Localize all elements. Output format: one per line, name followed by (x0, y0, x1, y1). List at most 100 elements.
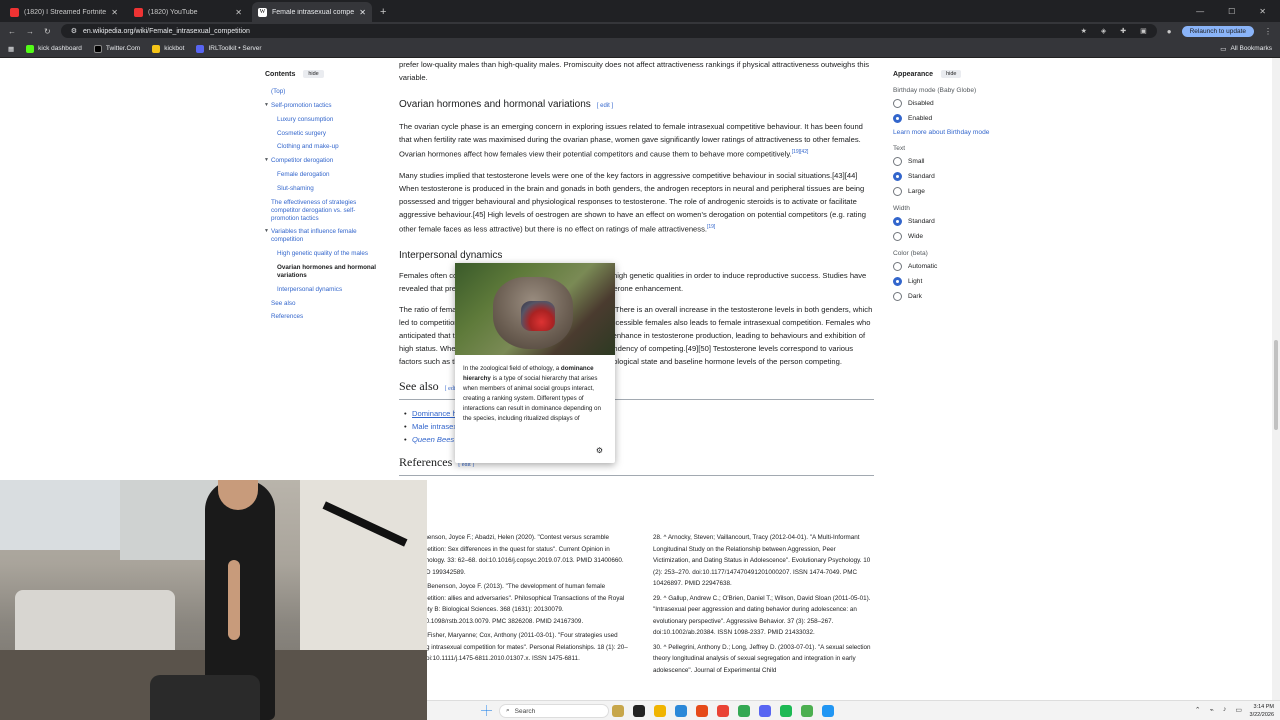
toc-item[interactable]: Ovarian hormones and hormonal variations (277, 264, 380, 280)
taskbar-app-icon[interactable] (780, 705, 792, 717)
bookmark-star-icon[interactable]: ★ (1081, 27, 1087, 35)
edit-link[interactable]: [ edit ] (597, 103, 613, 109)
toc-item[interactable]: The effectiveness of strategies competit… (271, 199, 380, 223)
toc-item[interactable]: Female derogation (277, 171, 380, 179)
extension-icon[interactable]: ◈ (1101, 27, 1106, 35)
citation[interactable]: [19][42] (792, 149, 809, 155)
toc-item[interactable]: References (271, 313, 380, 321)
radio-button[interactable] (893, 114, 902, 123)
close-icon[interactable]: ✕ (111, 8, 118, 17)
taskbar-app-icon[interactable] (675, 705, 687, 717)
radio-button[interactable] (893, 187, 902, 196)
radio-standard-width[interactable]: Standard (893, 217, 1013, 226)
taskbar-app-icon[interactable] (738, 705, 750, 717)
profile-avatar[interactable]: ● (1167, 27, 1172, 36)
toc-item[interactable]: High genetic quality of the males (277, 250, 380, 258)
new-tab-button[interactable]: + (380, 6, 386, 18)
taskbar-app-icon[interactable] (759, 705, 771, 717)
radio-button[interactable] (893, 172, 902, 181)
chevron-down-icon[interactable]: ▼ (264, 102, 269, 108)
radio-button[interactable] (893, 99, 902, 108)
option-label: Wide (908, 233, 924, 240)
toc-item-label: Slut-shaming (277, 185, 314, 193)
toc-item[interactable]: Slut-shaming (277, 185, 380, 193)
toc-item-label: Cosmetic surgery (277, 129, 326, 137)
minimize-icon[interactable]: — (1196, 7, 1204, 16)
site-info-icon[interactable]: ⚙ (71, 27, 77, 35)
taskbar-app-icon[interactable] (612, 705, 624, 717)
toc-item[interactable]: ▼ Variables that influence female competi… (264, 228, 380, 244)
volume-icon[interactable]: ♪ (1223, 706, 1227, 714)
toc-item[interactable]: See also (271, 300, 380, 308)
taskbar-app-icon[interactable] (696, 705, 708, 717)
appearance-hide-button[interactable]: hide (941, 70, 962, 78)
toc-item[interactable]: Luxury consumption (277, 116, 380, 124)
toc-item[interactable]: ▼ Self-promotion tactics (264, 102, 380, 110)
toc-item[interactable]: Clothing and make-up (277, 143, 380, 151)
bookmark-kickbot[interactable]: kickbot (152, 44, 184, 53)
radio-large[interactable]: Large (893, 187, 1013, 196)
close-window-icon[interactable]: ✕ (1259, 7, 1266, 16)
bookmark-twitter[interactable]: Twitter.Com (93, 44, 140, 53)
radio-standard-text[interactable]: Standard (893, 172, 1013, 181)
forward-icon[interactable]: → (26, 27, 34, 36)
scrollbar-thumb[interactable] (1274, 340, 1278, 430)
all-bookmarks[interactable]: ▭ All Bookmarks (1220, 45, 1272, 53)
citation[interactable]: [19] (707, 224, 715, 230)
sidepanel-icon[interactable]: ▣ (1140, 27, 1147, 35)
back-icon[interactable]: ← (8, 27, 16, 36)
radio-button[interactable] (893, 262, 902, 271)
radio-light[interactable]: Light (893, 277, 1013, 286)
chevron-down-icon[interactable]: ▼ (264, 157, 269, 163)
bookmark-irltoolkit[interactable]: IRLToolkit • Server (196, 44, 262, 53)
tab-wikipedia[interactable]: W Female intrasexual competitio ✕ (252, 2, 372, 22)
taskbar-app-icon[interactable] (633, 705, 645, 717)
taskbar-app-icon[interactable] (822, 705, 834, 717)
chevron-down-icon[interactable]: ▼ (264, 228, 269, 234)
page-scrollbar[interactable] (1272, 58, 1280, 700)
section-heading-ovarian: Ovarian hormones and hormonal variations… (399, 98, 874, 113)
radio-automatic[interactable]: Automatic (893, 262, 1013, 271)
chevron-up-icon[interactable]: ⌃ (1195, 706, 1201, 714)
radio-enabled[interactable]: Enabled (893, 114, 1013, 123)
taskbar-app-icon[interactable] (717, 705, 729, 717)
relaunch-button[interactable]: Relaunch to update (1181, 25, 1254, 37)
radio-button[interactable] (893, 157, 902, 166)
network-icon[interactable]: ⌁ (1210, 706, 1214, 714)
address-bar[interactable]: ⚙ en.wikipedia.org/wiki/Female_intrasexu… (60, 24, 1157, 38)
radio-wide[interactable]: Wide (893, 232, 1013, 241)
close-icon[interactable]: ✕ (235, 8, 242, 17)
close-icon[interactable]: ✕ (359, 8, 366, 17)
toc-item[interactable]: (Top) (271, 88, 380, 96)
toc-item[interactable]: Cosmetic surgery (277, 130, 380, 138)
radio-disabled[interactable]: Disabled (893, 99, 1013, 108)
apps-icon[interactable]: ▦ (8, 45, 14, 53)
toc-hide-button[interactable]: hide (303, 70, 324, 78)
taskbar-app-icon[interactable] (801, 705, 813, 717)
taskbar-clock[interactable]: 3:14 PM 3/22/2026 (1250, 703, 1274, 719)
bookmark-kick-dashboard[interactable]: kick dashboard (26, 44, 82, 53)
radio-button[interactable] (893, 292, 902, 301)
taskbar-app-icon[interactable] (654, 705, 666, 717)
toc-item-label: Clothing and make-up (277, 143, 339, 151)
maximize-icon[interactable]: ☐ (1228, 7, 1235, 16)
menu-icon[interactable]: ⋮ (1264, 27, 1272, 36)
toc-item[interactable]: Interpersonal dynamics (277, 286, 380, 294)
learn-more-link[interactable]: Learn more about Birthday mode (893, 129, 1013, 136)
toc-item-label: Interpersonal dynamics (277, 285, 343, 293)
reload-icon[interactable]: ↻ (44, 27, 51, 36)
gear-icon[interactable]: ⚙ (596, 446, 603, 455)
radio-button[interactable] (893, 277, 902, 286)
battery-icon[interactable]: ▭ (1235, 706, 1242, 714)
radio-small[interactable]: Small (893, 157, 1013, 166)
toc-item[interactable]: ▼ Competitor derogation (264, 157, 380, 165)
radio-button[interactable] (893, 217, 902, 226)
tab-youtube[interactable]: (1820) YouTube ✕ (128, 2, 248, 22)
tab-fortnite[interactable]: (1820) I Streamed Fortnite for 1 ✕ (4, 2, 124, 22)
page-preview-popup[interactable]: In the zoological field of ethology, a d… (455, 263, 615, 463)
windows-start-icon[interactable] (481, 705, 492, 716)
taskbar-search[interactable]: ⌕ Search (499, 704, 609, 718)
radio-dark[interactable]: Dark (893, 292, 1013, 301)
puzzle-icon[interactable]: ✚ (1120, 27, 1126, 35)
radio-button[interactable] (893, 232, 902, 241)
